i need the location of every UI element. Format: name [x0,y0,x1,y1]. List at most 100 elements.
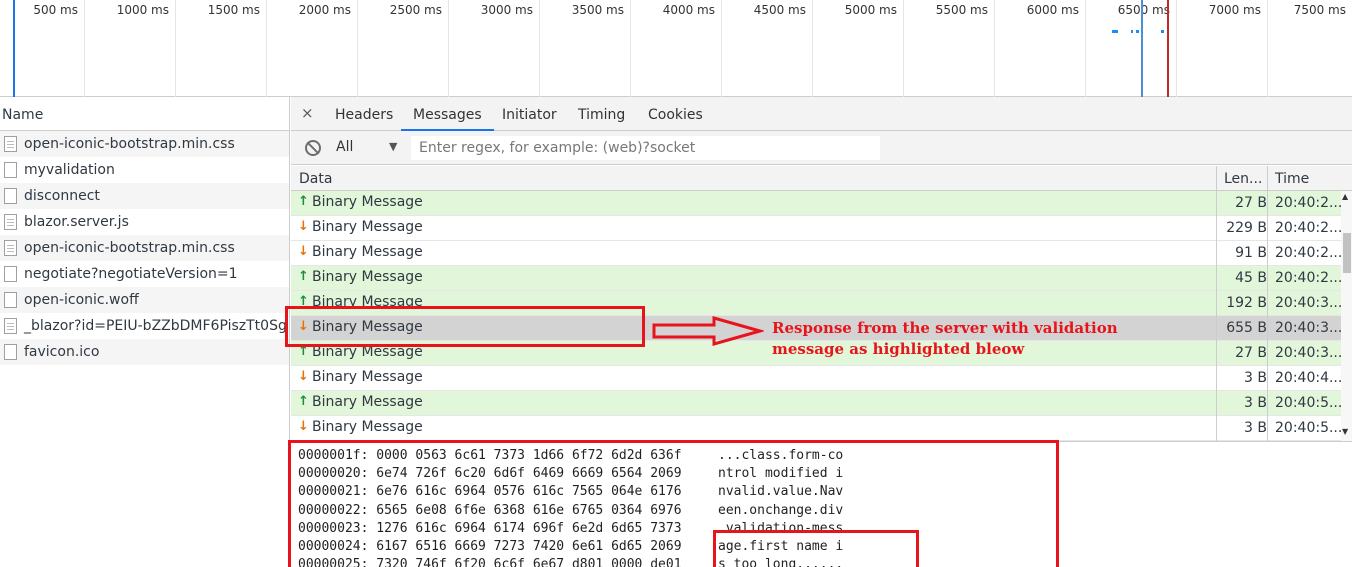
message-row[interactable]: ↓ Binary Message 229 B 20:40:2... [291,216,1341,241]
request-row[interactable]: favicon.ico [0,339,289,365]
timeline-request-bar [1161,30,1164,33]
request-name: blazor.server.js [24,214,129,230]
message-length: 91 B [1216,241,1273,266]
timeline-tick-label: 3000 ms [480,3,533,17]
message-data: Binary Message [312,194,423,210]
message-time: 20:40:2... [1267,191,1341,216]
arrow-down-icon: ↓ [298,244,309,259]
message-length: 3 B [1216,366,1273,391]
clear-messages-icon[interactable] [305,140,321,156]
timeline-gridline [1267,0,1268,97]
annotation-line-1: Response from the server with validation [772,319,1118,337]
request-row[interactable]: _blazor?id=PEIU-bZZbDMF6PiszTt0Sg [0,313,289,339]
scrollbar-thumb[interactable] [1343,233,1351,273]
tab-messages[interactable]: Messages [401,97,494,131]
column-header-length[interactable]: Len... [1216,166,1267,191]
close-icon[interactable]: × [301,104,314,122]
annotation-hex-box [288,440,1059,567]
annotation-validation-text-box [713,530,919,567]
scroll-down-icon[interactable]: ▼ [1342,427,1348,436]
tab-headers[interactable]: Headers [335,97,393,131]
file-icon [4,240,17,256]
timeline-tick-label: 500 ms [33,3,78,17]
message-length: 3 B [1216,391,1273,416]
timeline-gridline [1085,0,1086,97]
tab-initiator[interactable]: Initiator [502,97,557,131]
file-icon [4,344,17,360]
request-list-pane: Name open-iconic-bootstrap.min.css myvali… [0,97,290,567]
message-time: 20:40:4... [1267,366,1341,391]
request-list: open-iconic-bootstrap.min.css myvalidatio… [0,131,289,365]
tab-timing[interactable]: Timing [578,97,625,131]
request-name: open-iconic-bootstrap.min.css [24,240,235,256]
file-icon [4,266,17,282]
timeline-start-marker [13,0,15,97]
arrow-down-icon: ↓ [298,369,309,384]
timeline-tick-label: 5000 ms [844,3,897,17]
timeline-gridline [721,0,722,97]
message-data: Binary Message [312,369,423,385]
request-row[interactable]: open-iconic.woff [0,287,289,313]
arrow-up-icon: ↑ [298,269,309,284]
annotation-selected-message-box [285,306,645,347]
request-row[interactable]: blazor.server.js [0,209,289,235]
message-type-select[interactable]: All [336,139,353,155]
timeline-gridline [266,0,267,97]
message-time: 20:40:3... [1267,341,1341,366]
message-row[interactable]: ↓ Binary Message 3 B 20:40:4... [291,366,1341,391]
arrow-up-icon: ↑ [298,194,309,209]
timeline-tick-label: 3500 ms [571,3,624,17]
request-row[interactable]: open-iconic-bootstrap.min.css [0,131,289,157]
request-name: _blazor?id=PEIU-bZZbDMF6PiszTt0Sg [24,318,287,334]
message-data: Binary Message [312,269,423,285]
message-length: 192 B [1216,291,1273,316]
file-icon [4,214,17,230]
message-row[interactable]: ↓ Binary Message 3 B 20:40:5... [291,416,1341,441]
arrow-up-icon: ↑ [298,394,309,409]
regex-filter-input[interactable] [411,136,880,160]
network-timeline-overview[interactable]: 500 ms 1000 ms 1500 ms 2000 ms 2500 ms 3000 m… [0,0,1352,97]
timeline-tick-label: 1000 ms [116,3,169,17]
timeline-tick-label: 2000 ms [298,3,351,17]
message-time: 20:40:5... [1267,391,1341,416]
arrow-down-icon: ↓ [298,219,309,234]
chevron-down-icon[interactable]: ▼ [389,140,397,153]
message-length: 3 B [1216,416,1273,441]
message-row[interactable]: ↑ Binary Message 45 B 20:40:2... [291,266,1341,291]
message-data: Binary Message [312,244,423,260]
request-row[interactable]: open-iconic-bootstrap.min.css [0,235,289,261]
name-column-header[interactable]: Name [0,97,289,131]
file-icon [4,136,17,152]
scroll-up-icon[interactable]: ▲ [1342,192,1348,201]
request-name: open-iconic.woff [24,292,139,308]
messages-scrollbar[interactable]: ▲ ▼ [1341,191,1352,441]
timeline-gridline [1176,0,1177,97]
request-row[interactable]: myvalidation [0,157,289,183]
timeline-request-bar [1136,30,1139,33]
message-row[interactable]: ↑ Binary Message 27 B 20:40:2... [291,191,1341,216]
message-row[interactable]: ↓ Binary Message 91 B 20:40:2... [291,241,1341,266]
timeline-request-bar [1112,30,1118,33]
column-header-data[interactable]: Data [291,166,1216,191]
request-name: open-iconic-bootstrap.min.css [24,136,235,152]
message-length: 229 B [1216,216,1273,241]
message-row[interactable]: ↑ Binary Message 3 B 20:40:5... [291,391,1341,416]
timeline-tick-label: 6000 ms [1026,3,1079,17]
file-icon [4,162,17,178]
timeline-gridline [903,0,904,97]
message-length: 27 B [1216,191,1273,216]
request-row[interactable]: disconnect [0,183,289,209]
timeline-gridline [448,0,449,97]
message-filter-bar: All ▼ [291,131,1352,165]
request-row[interactable]: negotiate?negotiateVersion=1 [0,261,289,287]
column-header-time[interactable]: Time [1267,166,1352,191]
timeline-tick-label: 4000 ms [662,3,715,17]
message-data: Binary Message [312,394,423,410]
request-name: disconnect [24,188,100,204]
tab-cookies[interactable]: Cookies [648,97,703,131]
timeline-gridline [84,0,85,97]
message-time: 20:40:2... [1267,216,1341,241]
timeline-tick-label: 7000 ms [1208,3,1261,17]
message-length: 27 B [1216,341,1273,366]
timeline-gridline [357,0,358,97]
